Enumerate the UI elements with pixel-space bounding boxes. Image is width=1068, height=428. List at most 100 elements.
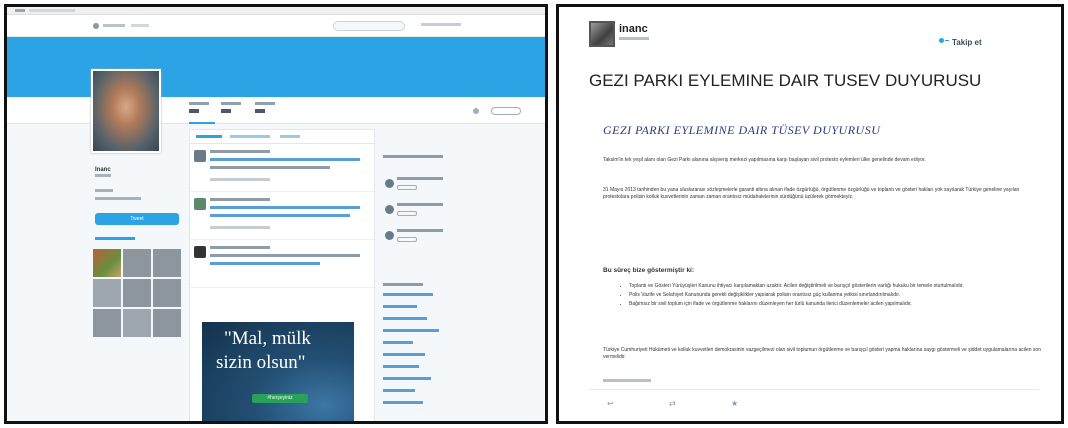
profile-joined — [95, 197, 141, 200]
tweet-avatar[interactable] — [194, 246, 206, 258]
list-item: Polis Vazife ve Selahiyet Kanununda gere… — [629, 292, 1029, 299]
photo-thumb[interactable] — [123, 309, 151, 337]
follow-label: Takip et — [952, 37, 982, 47]
tweet-screenshot: inanc Takip et GEZI PARKI EYLEMINE DAIR … — [556, 4, 1064, 424]
trend-link[interactable] — [383, 305, 417, 308]
sidebar-heading — [383, 155, 443, 158]
suggestion-avatar[interactable] — [385, 179, 394, 188]
article-paragraph-3: Türkiye Cumhuriyeti Hükümeti ve kolluk k… — [603, 347, 1041, 360]
favorite-icon[interactable]: ★ — [731, 399, 738, 408]
browser-tab[interactable] — [15, 9, 25, 12]
suggestion-name — [397, 203, 443, 206]
retweet-icon[interactable]: ⇄ — [669, 399, 676, 408]
tweet-avatar[interactable] — [194, 198, 206, 210]
tab-media[interactable] — [280, 135, 300, 138]
photo-grid — [93, 249, 181, 337]
nav-notifications[interactable] — [131, 24, 149, 27]
tab-tweets[interactable] — [196, 135, 222, 138]
article-title: GEZI PARKI EYLEMINE DAIR TÜSEV DUYURUSU — [603, 123, 881, 137]
trend-link[interactable] — [383, 317, 427, 320]
tweet-text: GEZI PARKI EYLEMINE DAIR TUSEV DUYURUSU — [589, 71, 982, 90]
tweet-meta — [210, 150, 270, 153]
who-to-follow — [383, 153, 459, 421]
profile-location — [95, 189, 113, 192]
address-bar[interactable] — [29, 9, 75, 12]
profile-name: Inanc — [95, 167, 111, 173]
trend-link[interactable] — [383, 401, 423, 404]
avatar-photo — [93, 71, 159, 151]
top-nav — [7, 15, 545, 37]
tweet-item[interactable] — [190, 240, 374, 288]
article-paragraph-2: 31 Mayıs 2013 tarihinden bu yana uluslar… — [603, 187, 1020, 200]
profile-banner — [7, 37, 545, 97]
tweet-text — [210, 254, 360, 257]
trend-link[interactable] — [383, 341, 413, 344]
article-list: Toplantı ve Gösteri Yürüyüşleri Kanunu i… — [629, 283, 1029, 310]
photo-thumb[interactable] — [123, 249, 151, 277]
tweet-text — [210, 206, 360, 209]
tweet-meta — [210, 246, 270, 249]
photo-thumb[interactable] — [93, 279, 121, 307]
profile-screenshot: Inanc Tweet "Mal, mülk sizin olsun" #her… — [4, 4, 548, 424]
gear-icon[interactable] — [473, 108, 479, 114]
trend-link[interactable] — [383, 329, 439, 332]
promo-hashtag: #herşeyiniz — [252, 394, 308, 403]
nav-account[interactable] — [421, 23, 461, 26]
promo-image[interactable]: "Mal, mülk sizin olsun" #herşeyiniz — [202, 322, 354, 421]
trend-link[interactable] — [383, 293, 433, 296]
tab-tweets-replies[interactable] — [230, 135, 270, 138]
search-input[interactable] — [333, 21, 405, 31]
home-icon[interactable] — [93, 23, 99, 29]
nav-home[interactable] — [103, 24, 125, 27]
photo-thumb[interactable] — [93, 249, 121, 277]
follow-button[interactable]: Takip et — [939, 35, 982, 49]
suggestion-avatar[interactable] — [385, 231, 394, 240]
suggestion-follow-button[interactable] — [397, 237, 417, 242]
user-name[interactable]: inanc — [619, 23, 648, 35]
tweet-timestamp[interactable] — [603, 379, 651, 382]
tweet-actions: ↩ ⇄ ★ — [603, 399, 803, 411]
follow-button[interactable] — [491, 107, 521, 115]
tweet-avatar[interactable] — [194, 150, 206, 162]
timeline-tabs — [190, 130, 374, 144]
article-subheading: Bu süreç bize göstermiştir ki: — [603, 267, 695, 274]
trend-link[interactable] — [383, 377, 431, 380]
photo-thumb[interactable] — [153, 279, 181, 307]
promo-text-line2: sizin olsun" — [216, 352, 306, 373]
photo-thumb[interactable] — [153, 309, 181, 337]
reply-icon[interactable]: ↩ — [607, 399, 614, 408]
list-item: Bağımsız bir sivil toplum için ifade ve … — [629, 301, 1029, 308]
tweet-actions — [210, 178, 270, 181]
photo-thumb[interactable] — [93, 309, 121, 337]
tweet-meta — [210, 198, 270, 201]
promo-text-line1: "Mal, mülk — [224, 328, 311, 349]
add-user-icon — [939, 38, 949, 46]
suggestion-name — [397, 229, 443, 232]
user-avatar[interactable] — [589, 21, 615, 47]
trends-heading — [383, 283, 423, 286]
suggestion-follow-button[interactable] — [397, 185, 417, 190]
suggestion-name — [397, 177, 443, 180]
profile-handle — [95, 174, 111, 177]
stat-following[interactable] — [221, 102, 247, 113]
suggestion-follow-button[interactable] — [397, 211, 417, 216]
tweet-to-button[interactable]: Tweet — [95, 213, 179, 225]
tweet-actions — [210, 226, 270, 229]
suggestion-avatar[interactable] — [385, 205, 394, 214]
photos-link[interactable] — [95, 237, 135, 240]
tweet-text — [210, 158, 360, 161]
avatar[interactable] — [91, 69, 161, 153]
browser-bar — [7, 7, 545, 15]
tweet-text — [210, 262, 320, 265]
trend-link[interactable] — [383, 389, 415, 392]
tweet-item[interactable] — [190, 144, 374, 192]
divider — [589, 389, 1039, 390]
stat-followers[interactable] — [255, 102, 281, 113]
trend-link[interactable] — [383, 365, 419, 368]
stat-tweets[interactable] — [189, 102, 215, 124]
trend-link[interactable] — [383, 353, 425, 356]
photo-thumb[interactable] — [153, 249, 181, 277]
user-handle[interactable] — [619, 37, 649, 40]
tweet-item[interactable] — [190, 192, 374, 240]
photo-thumb[interactable] — [123, 279, 151, 307]
